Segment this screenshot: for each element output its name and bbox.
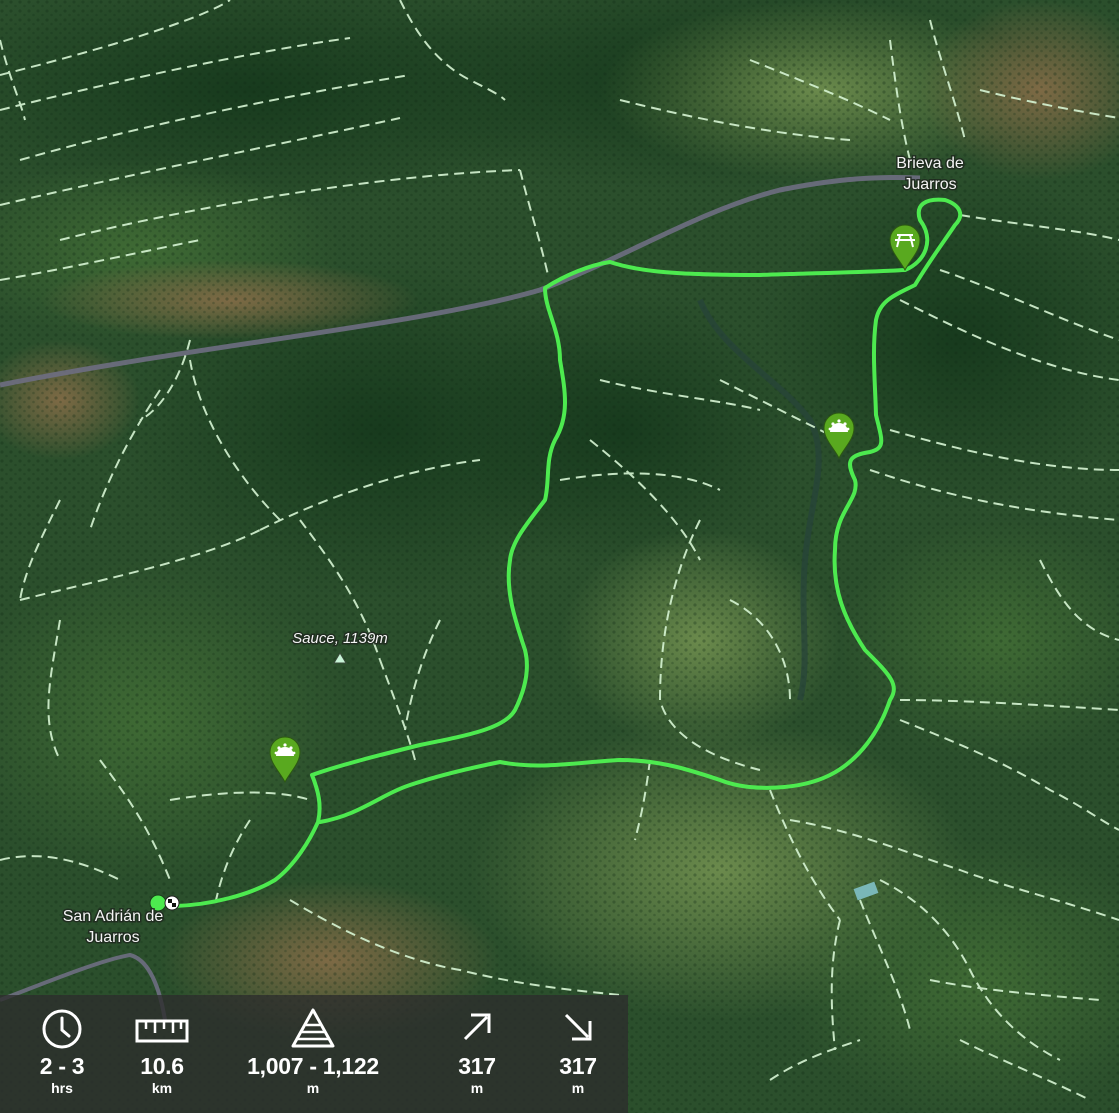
svg-text:Juarros: Juarros: [86, 929, 139, 946]
stat-ascent-value: 317: [458, 1053, 496, 1079]
arrow-down-right-icon: [564, 1013, 592, 1041]
stat-descent-value: 317: [559, 1053, 597, 1079]
svg-text:San Adrián de: San Adrián de: [63, 908, 164, 925]
map-view[interactable]: Sauce, 1139m Brieva de Juarros San Adriá…: [0, 0, 1119, 1113]
stat-time-value: 2 - 3: [39, 1053, 85, 1079]
ruler-icon: [135, 1019, 189, 1043]
stat-distance-unit: km: [151, 1080, 173, 1096]
clock-icon: [42, 1009, 82, 1049]
altitude-icon: [291, 1008, 335, 1048]
peak-label: Sauce, 1139m: [292, 630, 388, 647]
stat-altitude: 1,007 - 1,122 m: [200, 995, 426, 1113]
svg-text:Brieva de: Brieva de: [896, 155, 964, 172]
stat-ascent: 317 m: [426, 995, 528, 1113]
arrow-up-right-icon: [463, 1013, 491, 1041]
stat-altitude-value: 1,007 - 1,122: [247, 1053, 379, 1079]
svg-text:Juarros: Juarros: [903, 176, 956, 193]
stat-altitude-unit: m: [306, 1080, 320, 1096]
route-stats-panel: 2 - 3 hrs 10.6 km 1,007 - 1,122 m 317 m …: [0, 995, 628, 1113]
stat-distance-value: 10.6: [140, 1053, 184, 1079]
stat-time: 2 - 3 hrs: [0, 995, 124, 1113]
stat-descent-unit: m: [571, 1080, 585, 1096]
stat-descent: 317 m: [528, 995, 628, 1113]
stat-ascent-unit: m: [470, 1080, 484, 1096]
stat-time-unit: hrs: [51, 1080, 73, 1096]
stat-distance: 10.6 km: [124, 995, 200, 1113]
